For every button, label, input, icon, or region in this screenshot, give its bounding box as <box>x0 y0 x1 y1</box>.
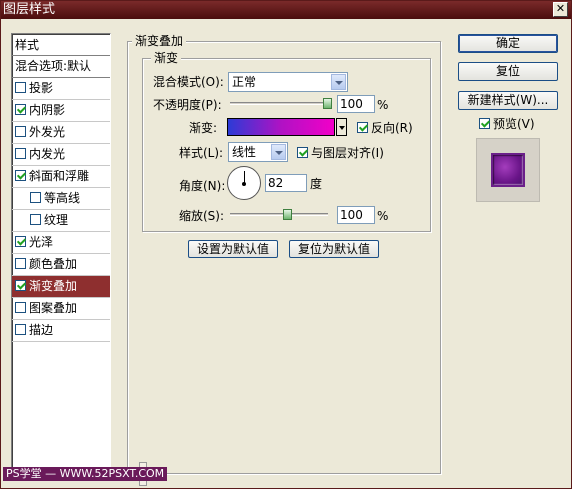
align-with-layer-checkbox[interactable] <box>297 147 308 158</box>
style-item[interactable]: 颜色叠加 <box>12 254 110 276</box>
preview-checkbox[interactable] <box>479 118 490 129</box>
style-item-checkbox[interactable] <box>15 170 26 181</box>
opacity-input[interactable]: 100 <box>337 95 375 113</box>
style-item-label: 等高线 <box>44 191 81 205</box>
layer-style-dialog: 图层样式 ✕ 样式 混合选项:默认 投影内阴影外发光内发光斜面和浮雕等高线纹理光… <box>0 0 572 489</box>
style-item-checkbox[interactable] <box>15 104 26 115</box>
close-icon[interactable]: ✕ <box>553 2 568 17</box>
style-item[interactable]: 斜面和浮雕 <box>12 166 110 188</box>
style-item-label: 光泽 <box>29 235 54 249</box>
angle-input[interactable]: 82 <box>265 174 307 192</box>
style-item-label: 图案叠加 <box>29 301 78 315</box>
style-item[interactable]: 渐变叠加 <box>12 276 110 298</box>
align-with-layer-label: 与图层对齐(I) <box>311 146 384 160</box>
scale-unit: % <box>377 209 389 223</box>
angle-label: 角度(N): <box>179 179 226 193</box>
gradient-overlay-title: 渐变叠加 <box>132 34 187 48</box>
style-item-checkbox[interactable] <box>30 192 41 203</box>
preview-checkbox-row[interactable]: 预览(V) <box>479 116 535 132</box>
reverse-checkbox-row[interactable]: 反向(R) <box>357 120 413 136</box>
chevron-down-icon[interactable] <box>331 74 346 90</box>
style-item[interactable]: 光泽 <box>12 232 110 254</box>
style-item-checkbox[interactable] <box>15 302 26 313</box>
gradient-subgroup-title: 渐变 <box>151 51 182 65</box>
gradient-dropdown-arrow-icon[interactable] <box>336 118 347 136</box>
style-item[interactable]: 内阴影 <box>12 100 110 122</box>
blend-mode-select[interactable]: 正常 <box>228 72 348 92</box>
new-style-button[interactable]: 新建样式(W)... <box>458 91 558 110</box>
gradient-label: 渐变: <box>189 121 218 135</box>
angle-unit: 度 <box>310 177 323 191</box>
title-bar[interactable]: 图层样式 ✕ <box>1 1 571 19</box>
blend-options-item[interactable]: 混合选项:默认 <box>12 56 110 78</box>
style-item[interactable]: 描边 <box>12 320 110 342</box>
style-item-label: 纹理 <box>44 213 69 227</box>
align-checkbox-row[interactable]: 与图层对齐(I) <box>297 145 384 161</box>
style-value: 线性 <box>232 145 257 159</box>
opacity-slider-thumb[interactable] <box>323 98 332 109</box>
scale-slider-track[interactable] <box>230 213 328 216</box>
reverse-label: 反向(R) <box>371 121 413 135</box>
style-select[interactable]: 线性 <box>228 142 288 162</box>
window-title: 图层样式 <box>3 2 56 17</box>
blend-mode-label: 混合模式(O): <box>153 75 224 89</box>
style-item-checkbox[interactable] <box>15 148 26 159</box>
style-preview <box>476 138 540 202</box>
style-item-label: 渐变叠加 <box>29 279 78 293</box>
chevron-down-icon[interactable] <box>271 144 286 160</box>
watermark: PS学堂 — WWW.52PSXT.COM <box>3 467 168 481</box>
style-item-label: 斜面和浮雕 <box>29 169 90 183</box>
preview-thumbnail <box>491 153 525 187</box>
gradient-picker[interactable] <box>227 118 335 136</box>
style-item-checkbox[interactable] <box>15 324 26 335</box>
style-item[interactable]: 外发光 <box>12 122 110 144</box>
reset-default-button[interactable]: 复位为默认值 <box>289 240 379 258</box>
style-item-label: 描边 <box>29 323 54 337</box>
style-item-label: 投影 <box>29 81 54 95</box>
styles-list: 样式 混合选项:默认 投影内阴影外发光内发光斜面和浮雕等高线纹理光泽颜色叠加渐变… <box>11 33 111 479</box>
styles-list-header[interactable]: 样式 <box>12 34 110 56</box>
scale-input[interactable]: 100 <box>337 206 375 224</box>
style-item[interactable]: 内发光 <box>12 144 110 166</box>
preview-label: 预览(V) <box>493 117 535 131</box>
style-item-checkbox[interactable] <box>15 258 26 269</box>
style-item[interactable]: 等高线 <box>12 188 110 210</box>
style-item-label: 外发光 <box>29 125 66 139</box>
style-item-checkbox[interactable] <box>15 280 26 291</box>
style-item-checkbox[interactable] <box>15 82 26 93</box>
style-item[interactable]: 图案叠加 <box>12 298 110 320</box>
style-label: 样式(L): <box>179 146 224 160</box>
reset-button[interactable]: 复位 <box>458 62 558 81</box>
opacity-label: 不透明度(P): <box>153 98 222 112</box>
angle-dial[interactable] <box>227 166 261 200</box>
style-item[interactable]: 纹理 <box>12 210 110 232</box>
blend-mode-value: 正常 <box>232 75 257 89</box>
reverse-checkbox[interactable] <box>357 122 368 133</box>
set-default-button[interactable]: 设置为默认值 <box>188 240 278 258</box>
angle-center-dot <box>242 182 246 186</box>
scale-slider-thumb[interactable] <box>283 209 293 220</box>
style-item-label: 内发光 <box>29 147 66 161</box>
style-item-label: 颜色叠加 <box>29 257 78 271</box>
style-item-checkbox[interactable] <box>15 236 26 247</box>
style-item-checkbox[interactable] <box>15 126 26 137</box>
opacity-slider-track[interactable] <box>230 102 332 105</box>
scale-label: 缩放(S): <box>179 209 225 223</box>
style-item[interactable]: 投影 <box>12 78 110 100</box>
opacity-unit: % <box>377 98 389 112</box>
style-item-checkbox[interactable] <box>30 214 41 225</box>
ok-button[interactable]: 确定 <box>458 34 558 53</box>
style-item-label: 内阴影 <box>29 103 66 117</box>
